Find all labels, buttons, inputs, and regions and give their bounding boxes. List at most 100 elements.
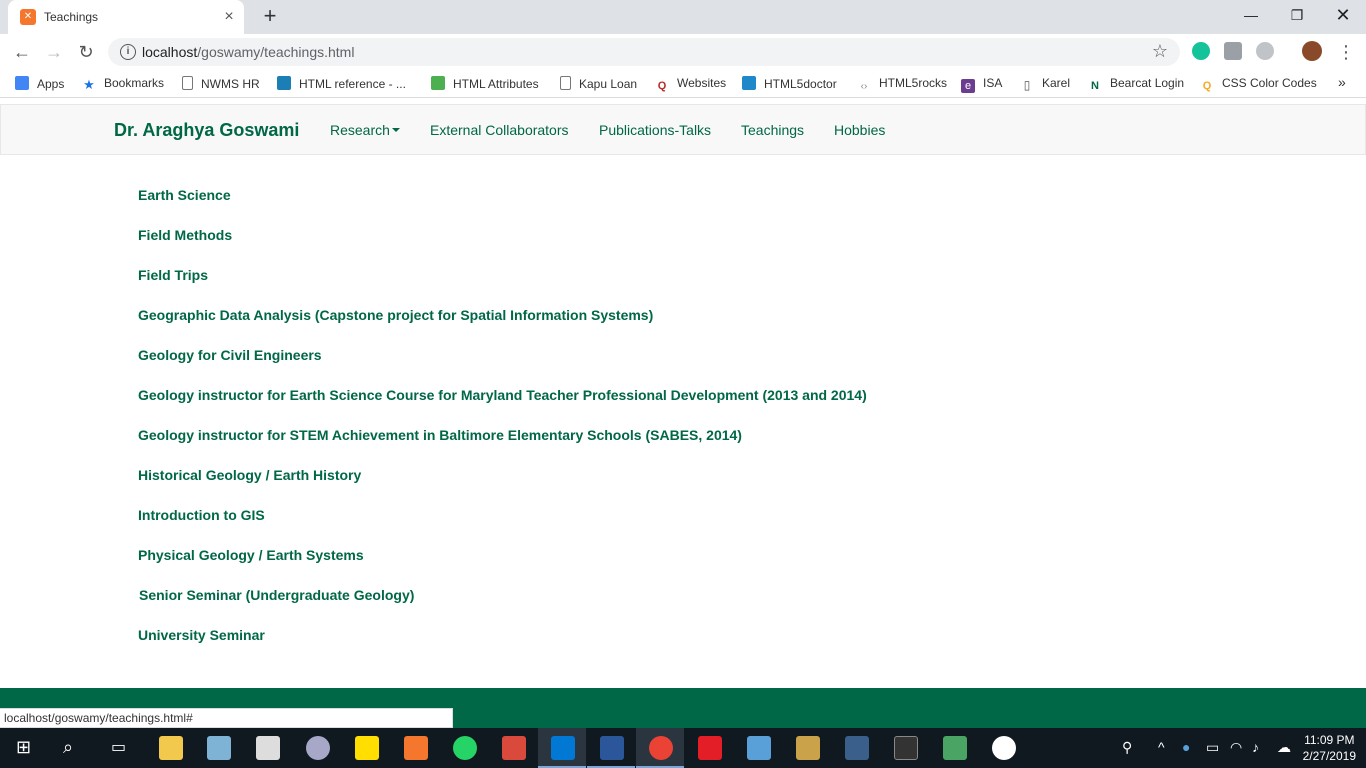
close-tab-icon[interactable]: ×: [220, 8, 238, 26]
sticky-notes-icon[interactable]: [355, 736, 379, 760]
course-link[interactable]: University Seminar: [138, 627, 265, 643]
bookmark-label: HTML5doctor: [764, 77, 837, 91]
more-bookmarks-icon[interactable]: »: [1338, 74, 1346, 92]
html5doctor-icon: [742, 76, 756, 90]
dropdown-caret-icon: [391, 128, 400, 132]
course-link[interactable]: Field Methods: [138, 227, 232, 243]
course-link[interactable]: Introduction to GIS: [138, 507, 265, 523]
calculator-icon[interactable]: [256, 736, 280, 760]
task-view-icon[interactable]: ▭: [111, 737, 126, 757]
nav-publications-talks[interactable]: Publications-Talks: [599, 122, 711, 138]
course-link[interactable]: Geology instructor for STEM Achievement …: [138, 427, 742, 443]
course-link[interactable]: Physical Geology / Earth Systems: [138, 547, 364, 563]
taskbar-clock[interactable]: 11:09 PM 2/27/2019: [1303, 732, 1356, 764]
bookmark-star-icon[interactable]: ☆: [1152, 41, 1168, 62]
paint-icon[interactable]: [306, 736, 330, 760]
bookmark-nwms-hr[interactable]: NWMS HR: [182, 76, 260, 94]
chrome-icon[interactable]: [649, 736, 673, 760]
back-icon[interactable]: ←: [10, 40, 34, 64]
w3-icon: [431, 76, 445, 90]
forward-icon[interactable]: →: [42, 40, 66, 64]
bookmark-label: Bearcat Login: [1110, 76, 1185, 90]
windows-start-icon[interactable]: ⊞: [16, 737, 31, 758]
course-link[interactable]: Historical Geology / Earth History: [138, 467, 361, 483]
wifi-icon[interactable]: ◠: [1230, 739, 1242, 756]
bookmark-label: HTML5rocks: [879, 76, 948, 90]
xampp-icon[interactable]: [404, 736, 428, 760]
bookmark-label: Kapu Loan: [579, 77, 638, 91]
status-bar-url: localhost/goswamy/teachings.html#: [0, 708, 453, 728]
course-link[interactable]: Geology for Civil Engineers: [138, 347, 322, 363]
word-icon[interactable]: [600, 736, 624, 760]
minimize-button[interactable]: —: [1228, 0, 1274, 30]
cloud-icon[interactable]: ☁: [1277, 739, 1291, 756]
url-host: localhost: [142, 44, 198, 60]
clock-time: 11:09 PM: [1304, 733, 1355, 747]
people-icon[interactable]: ⚲: [1122, 739, 1132, 756]
stack-app-icon[interactable]: [796, 736, 820, 760]
onedrive-icon[interactable]: ●: [1182, 739, 1190, 755]
bookmark-isa[interactable]: e ISA: [961, 76, 1002, 94]
control-panel-icon[interactable]: [747, 736, 771, 760]
book-icon: ▯: [1023, 78, 1031, 92]
info-icon[interactable]: i: [120, 44, 136, 60]
nav-external-collaborators[interactable]: External Collaborators: [430, 122, 569, 138]
site-brand[interactable]: Dr. Araghya Goswami: [114, 120, 299, 141]
new-tab-button[interactable]: +: [258, 5, 282, 29]
course-link[interactable]: Geographic Data Analysis (Capstone proje…: [138, 307, 653, 323]
mdn-icon: [277, 76, 291, 90]
git-icon[interactable]: [943, 736, 967, 760]
drive-extension-icon[interactable]: [1256, 42, 1274, 60]
whatsapp-icon[interactable]: [453, 736, 477, 760]
url-text[interactable]: localhost/goswamy/teachings.html: [142, 44, 354, 60]
mysql-icon[interactable]: [845, 736, 869, 760]
bookmark-css-color-codes[interactable]: Q CSS Color Codes: [1200, 76, 1317, 94]
bookmark-html-attributes[interactable]: HTML Attributes: [431, 76, 539, 94]
clock-date: 2/27/2019: [1302, 749, 1356, 763]
q-icon: Q: [657, 80, 667, 92]
star-icon: ★: [83, 77, 95, 92]
bookmark-websites[interactable]: Q Websites: [655, 76, 726, 94]
nav-hobbies[interactable]: Hobbies: [834, 122, 885, 138]
bookmark-bookmarks[interactable]: ★ Bookmarks: [82, 76, 164, 94]
terminal-icon[interactable]: [894, 736, 918, 760]
bookmark-html-reference[interactable]: HTML reference - ...: [277, 76, 406, 94]
bookmark-html5doctor[interactable]: HTML5doctor: [742, 76, 837, 94]
nav-research-label: Research: [330, 122, 390, 138]
bookmark-bearcat-login[interactable]: N Bearcat Login: [1088, 76, 1184, 94]
bookmark-app-icon[interactable]: [502, 736, 526, 760]
windows-taskbar: ⊞ ⌕ ▭ ⚲ ^ ● ▭ ◠ ♪ ☁ 11:09 PM 2/27/2019: [0, 728, 1366, 768]
address-bar[interactable]: i localhost/goswamy/teachings.html ☆: [108, 38, 1180, 66]
menu-dots-icon[interactable]: ⋮: [1334, 40, 1358, 64]
close-window-button[interactable]: ✕: [1320, 0, 1366, 30]
course-link[interactable]: Earth Science: [138, 187, 231, 203]
bookmarks-bar: Apps ★ Bookmarks NWMS HR HTML reference -…: [0, 70, 1366, 98]
course-link[interactable]: Geology instructor for Earth Science Cou…: [138, 387, 867, 403]
bookmark-label: NWMS HR: [201, 77, 260, 91]
profile-avatar[interactable]: [1302, 41, 1322, 61]
grammarly-extension-icon[interactable]: [1192, 42, 1210, 60]
bookmark-kapu-loan[interactable]: Kapu Loan: [560, 76, 637, 94]
bookmark-apps[interactable]: Apps: [15, 76, 64, 94]
bookmark-html5rocks[interactable]: ‹› HTML5rocks: [857, 76, 947, 94]
course-link[interactable]: Field Trips: [138, 267, 208, 283]
battery-icon[interactable]: ▭: [1206, 739, 1219, 756]
vscode-icon[interactable]: [551, 736, 575, 760]
file-explorer-icon[interactable]: [159, 736, 183, 760]
tab-teachings[interactable]: ✕ Teachings ×: [8, 0, 244, 34]
notepad-icon[interactable]: [207, 736, 231, 760]
volume-icon[interactable]: ♪: [1252, 739, 1259, 755]
reload-icon[interactable]: ↻: [74, 40, 98, 64]
tray-expand-icon[interactable]: ^: [1158, 739, 1165, 755]
site-navbar: Dr. Araghya Goswami Research External Co…: [0, 104, 1366, 155]
acrobat-icon[interactable]: [698, 736, 722, 760]
course-link[interactable]: Senior Seminar (Undergraduate Geology): [139, 587, 414, 603]
github-icon[interactable]: [992, 736, 1016, 760]
nav-teachings[interactable]: Teachings: [741, 122, 804, 138]
bookmark-label: HTML Attributes: [453, 77, 539, 91]
nav-research[interactable]: Research: [330, 122, 400, 138]
camera-extension-icon[interactable]: [1224, 42, 1242, 60]
restore-button[interactable]: ❐: [1274, 0, 1320, 30]
search-icon[interactable]: ⌕: [63, 737, 73, 758]
bookmark-karel[interactable]: ▯ Karel: [1020, 76, 1070, 94]
